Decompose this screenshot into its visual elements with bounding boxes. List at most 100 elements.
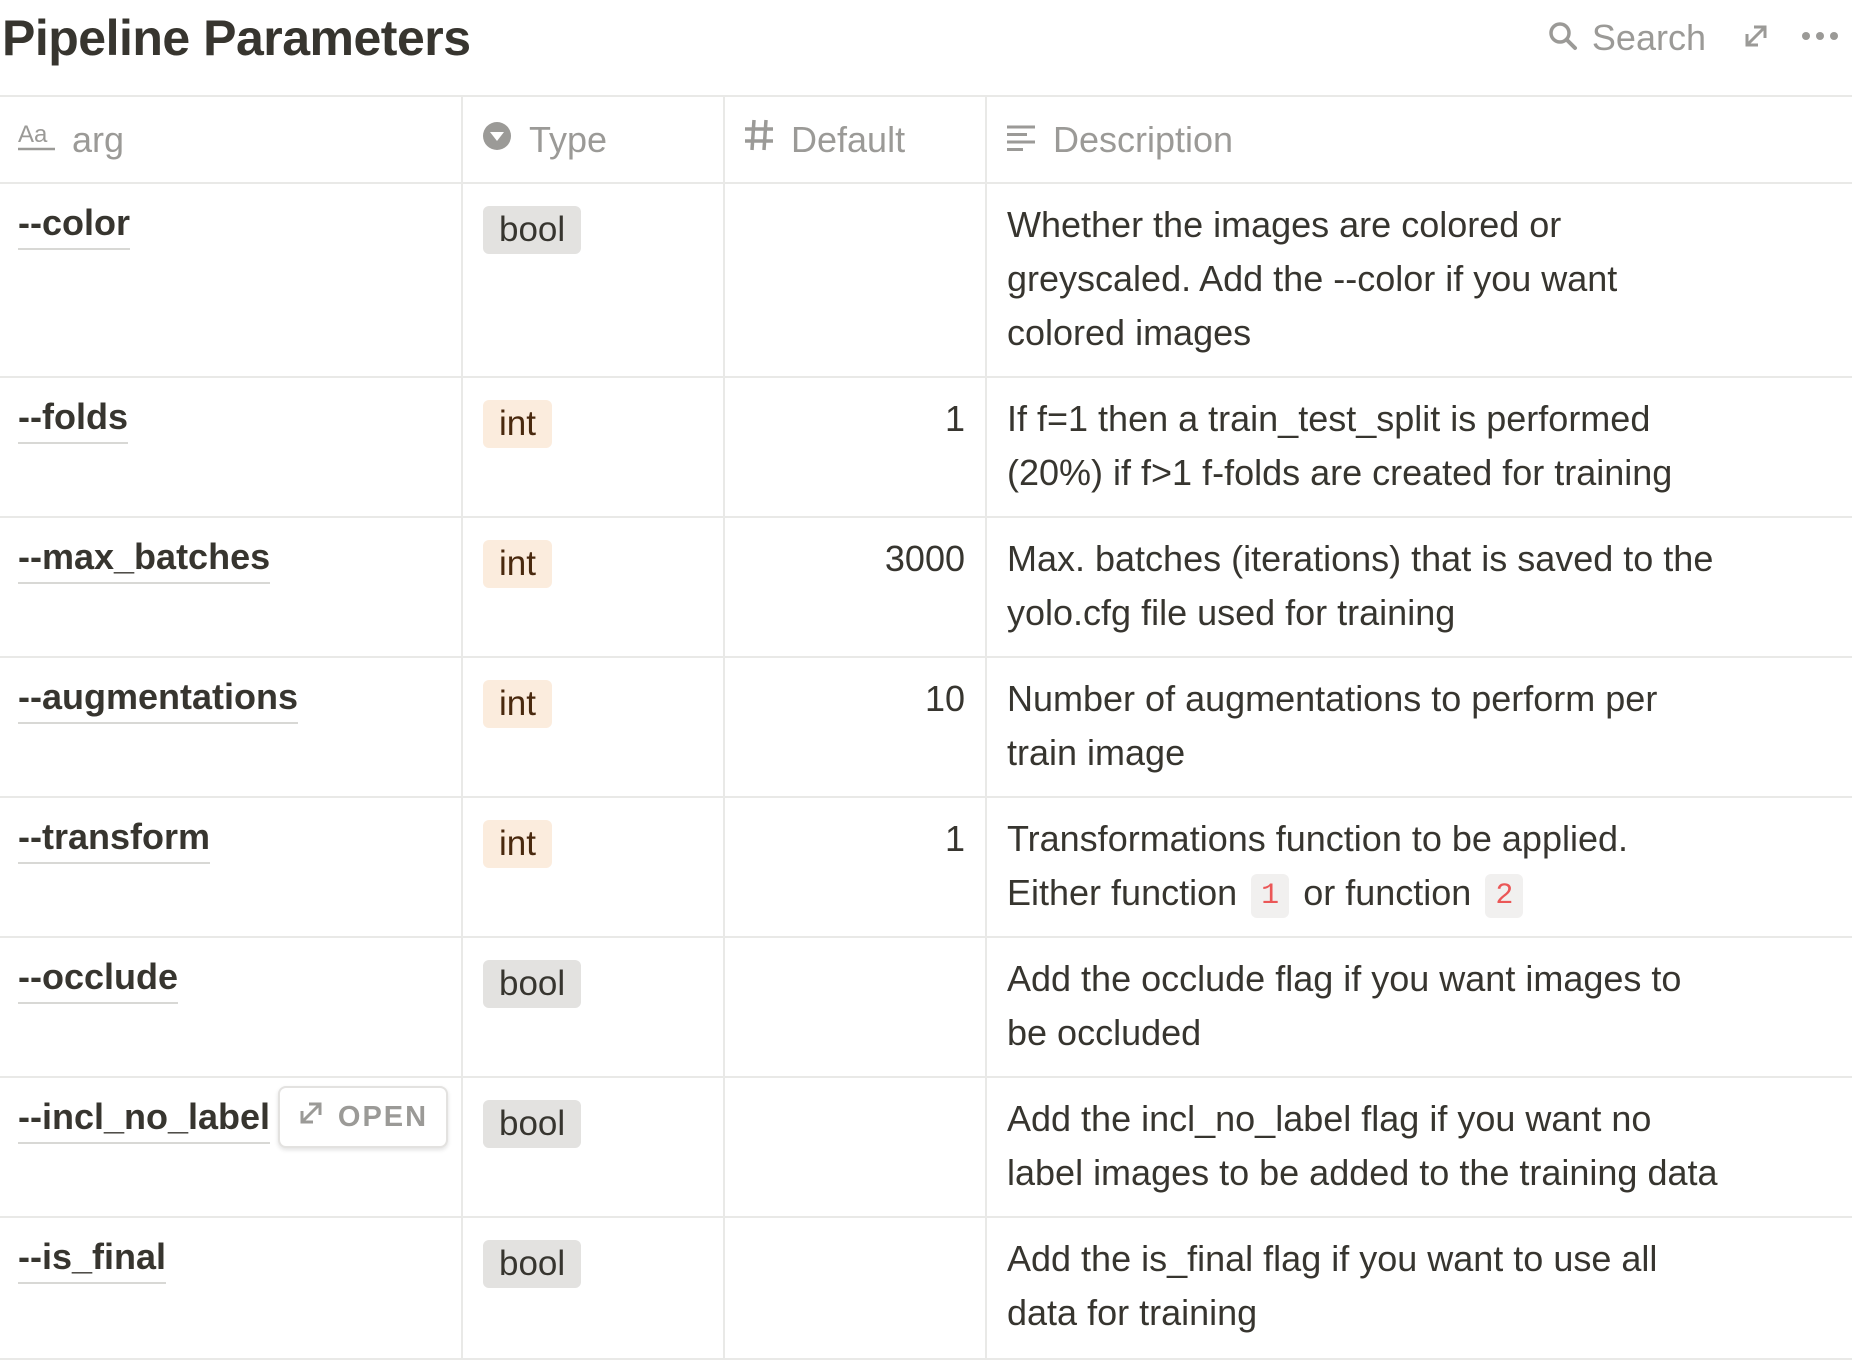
column-label-arg: arg [72,118,125,160]
description-cell[interactable]: Number of augmentations to perform per t… [987,658,1852,796]
text-lines-icon [1005,119,1037,161]
table-row[interactable]: --max_batches int 3000 Max. batches (ite… [0,518,1852,658]
default-cell[interactable] [725,938,987,1076]
expand-button[interactable] [1724,12,1788,64]
table-header-row: Aa arg Type Default Description [0,97,1852,184]
description-text: Either function [1007,872,1238,913]
type-cell[interactable]: bool [463,1078,725,1216]
arg-cell[interactable]: --max_batches [0,518,463,656]
arg-name[interactable]: --folds [18,392,128,444]
arg-cell[interactable]: --augmentations [0,658,463,796]
type-tag: bool [483,1100,582,1148]
table-row[interactable]: --color bool Whether the images are colo… [0,184,1852,378]
arg-cell[interactable]: --color [0,184,463,376]
arg-name[interactable]: --augmentations [18,672,299,724]
arg-cell[interactable]: --incl_no_label OPEN [0,1078,463,1216]
description-line: data for training [1007,1292,1258,1333]
column-header-description[interactable]: Description [987,97,1852,182]
description-line: Add the incl_no_label flag if you want n… [1007,1098,1652,1139]
description-cell[interactable]: Max. batches (iterations) that is saved … [987,518,1852,656]
description-line: Add the is_final flag if you want to use… [1007,1238,1658,1279]
column-label-type: Type [529,118,608,160]
default-value: 10 [924,678,965,719]
default-cell[interactable]: 10 [725,658,987,796]
type-cell[interactable]: int [463,378,725,516]
number-icon [743,118,775,161]
table-row[interactable]: --occlude bool Add the occlude flag if y… [0,938,1852,1078]
default-cell[interactable] [725,1078,987,1216]
description-cell[interactable]: Add the is_final flag if you want to use… [987,1218,1852,1358]
description-line: Whether the images are colored or [1007,204,1562,245]
table-row[interactable]: --is_final bool Add the is_final flag if… [0,1218,1852,1360]
description-cell[interactable]: If f=1 then a train_test_split is perfor… [987,378,1852,516]
type-cell[interactable]: bool [463,1218,725,1358]
column-header-arg[interactable]: Aa arg [0,97,463,182]
inline-code: 1 [1251,874,1290,918]
type-cell[interactable]: int [463,798,725,936]
description-line: Either function 1 or function 2 [1007,866,1792,920]
arg-name[interactable]: --is_final [18,1232,167,1284]
header-toolbar: Search [1530,10,1852,66]
description-line: greyscaled. Add the --color if you want [1007,258,1618,299]
arg-cell[interactable]: --folds [0,378,463,516]
type-cell[interactable]: int [463,518,725,656]
column-header-type[interactable]: Type [463,97,725,182]
expand-icon [1742,22,1770,55]
text-type-icon: Aa [18,118,56,161]
page-title[interactable]: Pipeline Parameters [2,6,471,70]
search-button[interactable]: Search [1530,12,1724,64]
arg-cell[interactable]: --transform [0,798,463,936]
table-row[interactable]: --folds int 1 If f=1 then a train_test_s… [0,378,1852,518]
type-tag: int [483,820,552,868]
column-header-default[interactable]: Default [725,97,987,182]
type-cell[interactable]: int [463,658,725,796]
open-button-label: OPEN [337,1101,429,1133]
table-row[interactable]: --augmentations int 10 Number of augment… [0,658,1852,798]
inline-code: 2 [1485,874,1524,918]
default-value: 1 [944,818,965,859]
column-label-default: Default [791,118,906,160]
type-tag: bool [483,1240,582,1288]
type-tag: bool [483,206,582,254]
more-horizontal-icon [1800,29,1840,47]
default-value: 1 [944,398,965,439]
default-cell[interactable]: 1 [725,798,987,936]
open-page-button[interactable]: OPEN [278,1086,448,1148]
type-cell[interactable]: bool [463,184,725,376]
default-cell[interactable]: 3000 [725,518,987,656]
type-tag: int [483,680,552,728]
search-label: Search [1591,17,1706,58]
default-cell[interactable]: 1 [725,378,987,516]
description-line: Max. batches (iterations) that is saved … [1007,538,1714,579]
table-row[interactable]: --incl_no_label OPEN bool Add the incl_n… [0,1078,1852,1218]
description-cell[interactable]: Add the occlude flag if you want images … [987,938,1852,1076]
arg-name[interactable]: --occlude [18,952,179,1004]
description-text: or function [1303,872,1472,913]
table-row[interactable]: --transform int 1 Transformations functi… [0,798,1852,938]
arg-name[interactable]: --transform [18,812,211,864]
description-line: yolo.cfg file used for training [1007,592,1456,633]
description-cell[interactable]: Add the incl_no_label flag if you want n… [987,1078,1852,1216]
arg-name[interactable]: --max_batches [18,532,271,584]
description-line: (20%) if f>1 f-folds are created for tra… [1007,452,1673,493]
description-cell[interactable]: Whether the images are colored or greysc… [987,184,1852,376]
arg-cell[interactable]: --occlude [0,938,463,1076]
description-cell[interactable]: Transformations function to be applied. … [987,798,1852,936]
arg-cell[interactable]: --is_final [0,1218,463,1358]
arg-name[interactable]: --color [18,198,130,250]
type-tag: int [483,400,552,448]
type-cell[interactable]: bool [463,938,725,1076]
description-line: Transformations function to be applied. [1007,818,1629,859]
svg-text:Aa: Aa [18,121,48,148]
more-options-button[interactable] [1788,12,1852,64]
description-line: label images to be added to the training… [1007,1152,1718,1193]
default-value: 3000 [884,538,965,579]
arg-name[interactable]: --incl_no_label [18,1092,271,1144]
default-cell[interactable] [725,1218,987,1358]
description-line: Number of augmentations to perform per [1007,678,1658,719]
select-icon [481,119,513,161]
database-view: Pipeline Parameters Search Aa arg Type D… [0,0,1852,1368]
search-icon [1548,21,1578,56]
default-cell[interactable] [725,184,987,376]
type-tag: int [483,540,552,588]
